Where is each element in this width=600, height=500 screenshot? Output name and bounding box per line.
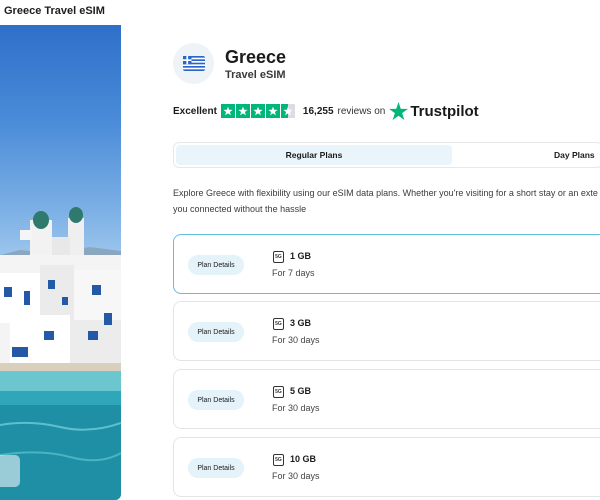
trustpilot-name: Trustpilot [410, 102, 479, 120]
rating-label: Excellent [173, 105, 217, 117]
plan-duration: For 30 days [272, 403, 320, 413]
plan-data-size: 5 GB [290, 386, 312, 396]
trustpilot-star-icon [389, 102, 409, 120]
plans-description: Explore Greece with flexibility using ou… [173, 185, 600, 217]
sim-5g-icon: 5G [273, 318, 284, 330]
plan-data-size: 1 GB [290, 251, 312, 261]
sim-5g-icon: 5G [273, 454, 284, 466]
trustpilot-rating[interactable]: Excellent 16,255 reviews on Trustpilot [173, 102, 479, 120]
star-icon [220, 104, 235, 118]
greece-flag-icon [182, 56, 205, 71]
product-content: Greece Travel eSIM Excellent 16,255 revi… [173, 0, 600, 500]
plan-details-button[interactable]: Plan Details [188, 390, 244, 410]
plan-tabs: Regular Plans Day Plans [173, 142, 600, 168]
half-star-icon [280, 104, 295, 118]
star-icon [235, 104, 250, 118]
review-count: 16,255 [302, 105, 334, 117]
sim-5g-icon: 5G [273, 386, 284, 398]
description-line: you connected without the hassle [173, 204, 307, 214]
description-line: Explore Greece with flexibility using ou… [173, 188, 598, 198]
santorini-illustration [0, 207, 121, 500]
trustpilot-logo[interactable]: Trustpilot [389, 102, 479, 120]
hero-caption: Greece Travel eSIM [4, 5, 105, 17]
plan-duration: For 7 days [272, 268, 315, 278]
plan-data-size: 3 GB [290, 318, 312, 328]
sim-5g-icon: 5G [273, 251, 284, 263]
hero-overlay-button[interactable] [0, 455, 20, 487]
tab-regular-plans[interactable]: Regular Plans [176, 145, 452, 165]
star-icon [250, 104, 265, 118]
plan-card[interactable]: Plan Details 5G 3 GB For 30 days [173, 301, 600, 361]
flag-badge [173, 43, 214, 84]
plan-details-button[interactable]: Plan Details [188, 458, 244, 478]
plan-card[interactable]: Plan Details 5G 10 GB For 30 days [173, 437, 600, 497]
plan-details-button[interactable]: Plan Details [188, 255, 244, 275]
plan-card[interactable]: Plan Details 5G 5 GB For 30 days [173, 369, 600, 429]
tab-day-plans[interactable]: Day Plans [554, 145, 600, 165]
plan-duration: For 30 days [272, 471, 320, 481]
plan-duration: For 30 days [272, 335, 320, 345]
reviews-text: reviews on [337, 105, 386, 117]
page-title: Greece [225, 47, 287, 67]
plan-card[interactable]: Plan Details 5G 1 GB For 7 days [173, 234, 600, 294]
hero-panel: Greece Travel eSIM [0, 0, 121, 500]
hero-photo [0, 25, 121, 500]
star-icon [265, 104, 280, 118]
plan-details-button[interactable]: Plan Details [188, 322, 244, 342]
plan-data-size: 10 GB [290, 454, 317, 464]
page-subtitle: Travel eSIM [225, 69, 286, 81]
rating-stars [220, 104, 295, 118]
